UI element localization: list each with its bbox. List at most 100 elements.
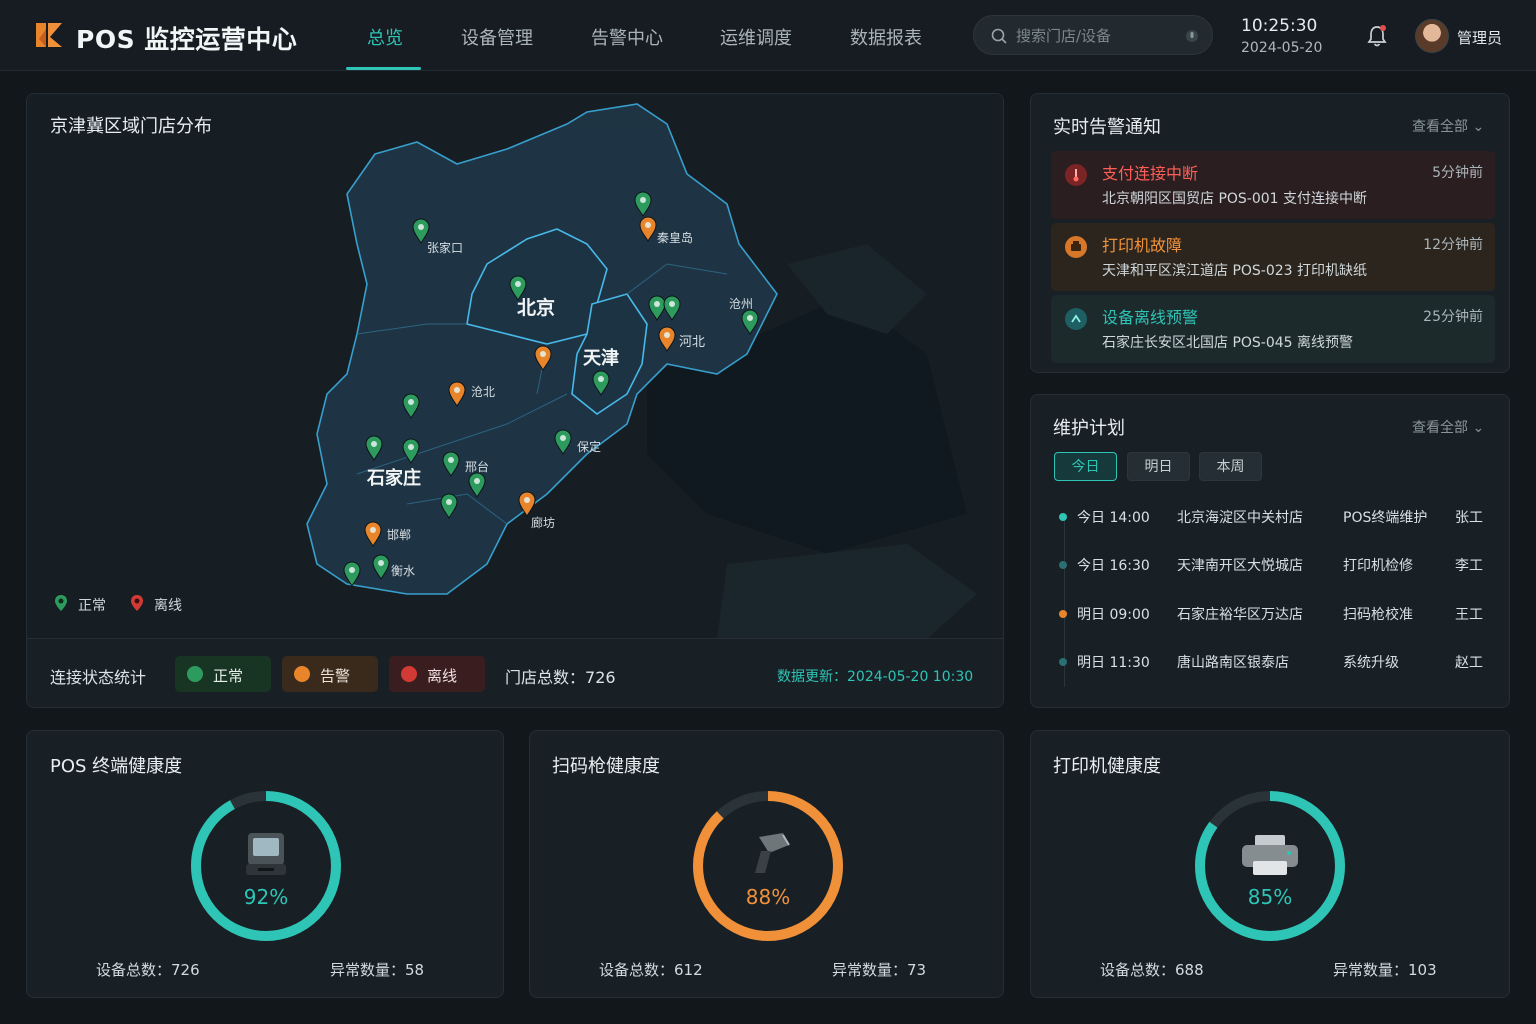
nav-tab-alerts[interactable]: 告警中心: [591, 24, 663, 50]
maintenance-time: 今日 14:00: [1077, 510, 1150, 526]
maintenance-title: 维护计划: [1053, 418, 1125, 439]
data-update-time: 数据更新：2024-05-20 10:30: [777, 669, 974, 685]
maintenance-row[interactable]: 今日 14:00 北京海淀区中关村店 POS终端维护 张工: [1053, 505, 1493, 529]
timeline-dot: [1059, 561, 1067, 569]
timeline-dot: [1059, 658, 1067, 666]
maintenance-row[interactable]: 今日 16:30 天津南开区大悦城店 打印机检修 李工: [1053, 553, 1493, 577]
alert-time: 12分钟前: [1423, 237, 1483, 253]
health-percent: 88%: [745, 885, 791, 909]
alert-title: 设备离线预警: [1102, 308, 1199, 327]
city-label: 衡水: [391, 564, 415, 578]
store-pin-dot: [524, 497, 530, 503]
city-label: 张家口: [427, 240, 463, 255]
tab-today[interactable]: 今日: [1054, 452, 1117, 481]
map-panel: 北京 天津 石家庄 张家口 秦皇岛 河北 沧州 保定 邢台 廊坊 邯郸 衡水 沧…: [26, 93, 1004, 708]
alerts-view-all[interactable]: 查看全部 ⌄: [1412, 116, 1484, 136]
nav-tab-reports[interactable]: 数据报表: [850, 24, 922, 50]
maintenance-time: 今日 16:30: [1077, 558, 1150, 574]
city-label: 邯郸: [387, 527, 411, 542]
alerts-panel: 实时告警通知 查看全部 ⌄ 支付连接中断 5分钟前 北京朝阳区国贸店 POS-0…: [1030, 93, 1510, 373]
top-header: POS 监控运营中心 总览 设备管理 告警中心 运维调度 数据报表 10:25:…: [0, 0, 1536, 71]
store-pin-dot: [454, 387, 460, 393]
store-pin-dot: [540, 351, 546, 357]
app-title: POS 监控运营中心: [76, 25, 298, 54]
maintenance-store: 石家庄裕华区万达店: [1177, 607, 1303, 623]
chip-offline[interactable]: 离线: [389, 656, 485, 692]
chevron-down-icon: ⌄: [1472, 420, 1485, 436]
device-total: 设备总数：612: [599, 961, 703, 979]
chip-warning[interactable]: 告警: [282, 656, 378, 692]
alert-item[interactable]: 设备离线预警 25分钟前 石家庄长安区北国店 POS-045 离线预警: [1051, 295, 1495, 363]
region-label-shijiazhuang: 石家庄: [366, 467, 421, 489]
timeline-dot: [1059, 610, 1067, 618]
city-label: 保定: [577, 439, 601, 454]
alert-item[interactable]: 打印机故障 12分钟前 天津和平区滨江道店 POS-023 打印机缺纸: [1051, 223, 1495, 291]
clock-date: 2024-05-20: [1241, 40, 1323, 56]
alerts-view-all-label: 查看全部: [1412, 119, 1468, 135]
alert-description: 石家庄长安区北国店 POS-045 离线预警: [1102, 335, 1354, 351]
city-label: 沧北: [471, 384, 495, 399]
chip-normal[interactable]: 正常: [175, 656, 271, 692]
maintenance-task: POS终端维护: [1343, 510, 1428, 526]
maintenance-view-all[interactable]: 查看全部 ⌄: [1412, 417, 1484, 437]
tab-this-week[interactable]: 本周: [1199, 452, 1262, 481]
stats-label: 连接状态统计: [50, 668, 147, 687]
maintenance-store: 唐山路南区银泰店: [1177, 655, 1289, 671]
store-pin-dot: [448, 457, 454, 463]
timeline-dot: [1059, 513, 1067, 521]
store-pin-dot: [560, 435, 566, 441]
store-total-value: 726: [585, 668, 616, 687]
tab-tomorrow[interactable]: 明日: [1127, 452, 1190, 481]
maintenance-person: 张工: [1455, 510, 1483, 526]
region-map[interactable]: 北京 天津 石家庄 张家口 秦皇岛 河北 沧州 保定 邢台 廊坊 邯郸 衡水 沧…: [27, 94, 1004, 639]
alerts-title: 实时告警通知: [1053, 117, 1161, 138]
alert-description: 天津和平区滨江道店 POS-023 打印机缺纸: [1102, 263, 1368, 279]
status-warning-icon: [294, 666, 310, 682]
map-panel-title: 京津冀区域门店分布: [50, 116, 212, 137]
maintenance-time: 明日 11:30: [1077, 655, 1150, 671]
store-pin-dot: [747, 315, 753, 321]
store-total: 门店总数：726: [505, 664, 616, 688]
region-label-beijing: 北京: [517, 296, 555, 319]
nav-tab-overview[interactable]: 总览: [367, 24, 403, 50]
bell-icon[interactable]: [1366, 24, 1388, 48]
nav-tab-devices[interactable]: 设备管理: [461, 24, 533, 50]
legend-offline-icon: [131, 595, 143, 611]
thermometer-icon: [1065, 164, 1087, 186]
maintenance-person: 王工: [1455, 607, 1483, 623]
store-pin-dot: [349, 567, 355, 573]
avatar[interactable]: [1415, 19, 1449, 53]
store-pin-dot: [378, 560, 384, 566]
status-normal-icon: [187, 666, 203, 682]
store-pin-dot: [371, 441, 377, 447]
nav-tab-dispatch[interactable]: 运维调度: [720, 24, 792, 50]
city-label: 沧州: [729, 296, 753, 311]
pos-terminal-icon: [246, 833, 286, 875]
abnormal-count: 异常数量：103: [1333, 961, 1437, 979]
nav-active-indicator: [346, 67, 421, 70]
store-pin-dot: [664, 332, 670, 338]
health-percent: 92%: [243, 885, 289, 909]
maintenance-store: 北京海淀区中关村店: [1177, 510, 1303, 526]
region-label-tianjin: 天津: [583, 347, 619, 369]
maintenance-panel: 维护计划 查看全部 ⌄ 今日 明日 本周 今日 14:00 北京海淀区中关村店 …: [1030, 394, 1510, 708]
alert-time: 25分钟前: [1423, 309, 1483, 325]
search-input[interactable]: [1016, 24, 1166, 48]
legend-offline-label: 离线: [154, 598, 182, 614]
maintenance-row[interactable]: 明日 09:00 石家庄裕华区万达店 扫码枪校准 王工: [1053, 602, 1493, 626]
store-pin-dot: [408, 444, 414, 450]
maintenance-store: 天津南开区大悦城店: [1177, 558, 1303, 574]
maintenance-row[interactable]: 明日 11:30 唐山路南区银泰店 系统升级 赵工: [1053, 650, 1493, 674]
search-box[interactable]: [973, 15, 1213, 55]
user-name[interactable]: 管理员: [1457, 27, 1502, 48]
city-label: 邢台: [465, 459, 489, 474]
voice-search-icon[interactable]: [1183, 27, 1201, 45]
alert-item[interactable]: 支付连接中断 5分钟前 北京朝阳区国贸店 POS-001 支付连接中断: [1051, 151, 1495, 219]
health-title: POS 终端健康度: [50, 756, 183, 777]
legend-normal-icon: [55, 595, 67, 611]
alert-title: 支付连接中断: [1102, 164, 1199, 183]
city-label: 秦皇岛: [657, 230, 693, 245]
logo-icon: [36, 23, 62, 47]
device-total: 设备总数：726: [96, 961, 200, 979]
city-label: 河北: [679, 335, 705, 350]
